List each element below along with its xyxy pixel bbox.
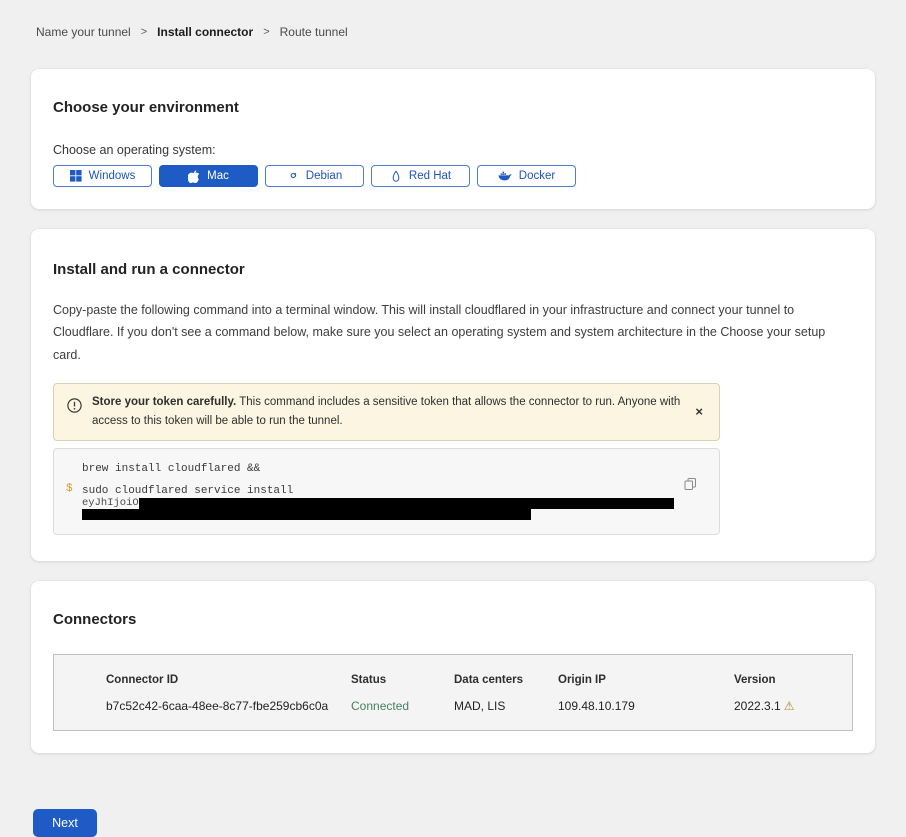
os-button-docker[interactable]: Docker [477,165,576,187]
token-line-1: eyJhIjoiO [82,498,679,509]
table-row: b7c52c42-6caa-48ee-8c77-fbe259cb6c0a Con… [106,699,842,713]
column-header-version: Version [734,674,842,699]
os-button-mac[interactable]: Mac [159,165,258,187]
connector-id-value: b7c52c42-6caa-48ee-8c77-fbe259cb6c0a [106,699,351,713]
warning-triangle-icon: ⚠ [784,699,795,713]
column-header-origin-ip: Origin IP [558,674,734,699]
windows-icon [70,170,82,182]
redaction-bar [139,498,674,509]
os-button-label: Red Hat [409,170,451,182]
shell-prompt: $ [66,483,73,495]
os-button-windows[interactable]: Windows [53,165,152,187]
token-line-2 [82,509,679,520]
copy-icon[interactable] [684,477,697,495]
install-command-block: $ brew install cloudflared && sudo cloud… [53,448,720,535]
connectors-card-title: Connectors [53,611,853,628]
os-select-label: Choose an operating system: [53,143,853,157]
token-warning-title: Store your token carefully. [92,396,236,408]
token-prefix: eyJhIjoiO [82,497,139,509]
os-button-redhat[interactable]: Red Hat [371,165,470,187]
os-button-label: Mac [207,170,229,182]
column-header-connector-id: Connector ID [106,674,351,699]
install-connector-card: Install and run a connector Copy-paste t… [31,229,875,561]
apple-icon [188,170,200,183]
os-button-debian[interactable]: Debian [265,165,364,187]
column-header-status: Status [351,674,454,699]
token-warning-banner: Store your token carefully. This command… [53,383,720,441]
close-icon[interactable]: × [691,405,707,418]
next-button[interactable]: Next [33,809,97,837]
breadcrumb-separator: > [263,26,269,38]
install-card-title: Install and run a connector [53,261,853,278]
command-line-2: sudo cloudflared service install [82,484,679,498]
breadcrumb-install-connector[interactable]: Install connector [157,25,253,39]
origin-ip-value: 109.48.10.179 [558,699,734,713]
breadcrumb-separator: > [141,26,147,38]
os-button-group: Windows Mac Debian R [53,165,853,187]
docker-icon [498,170,512,182]
os-button-label: Debian [306,170,342,182]
breadcrumb-name-your-tunnel[interactable]: Name your tunnel [36,25,131,39]
command-line-1: brew install cloudflared && [82,462,679,476]
column-header-data-centers: Data centers [454,674,558,699]
token-warning-text: Store your token carefully. This command… [92,393,681,431]
os-button-label: Windows [89,170,136,182]
connectors-table: Connector ID Status Data centers Origin … [53,654,853,731]
breadcrumb: Name your tunnel > Install connector > R… [0,0,906,39]
debian-icon [287,170,299,182]
connectors-table-header: Connector ID Status Data centers Origin … [106,674,842,699]
redaction-bar [82,509,531,520]
alert-circle-icon [67,398,82,418]
data-centers-value: MAD, LIS [454,699,558,713]
os-button-label: Docker [519,170,555,182]
version-number: 2022.3.1 [734,699,781,713]
choose-environment-card: Choose your environment Choose an operat… [31,69,875,209]
connectors-card: Connectors Connector ID Status Data cent… [31,581,875,753]
breadcrumb-route-tunnel[interactable]: Route tunnel [280,25,348,39]
redhat-icon [390,170,402,183]
environment-card-title: Choose your environment [53,99,853,116]
status-badge: Connected [351,699,454,713]
version-value: 2022.3.1⚠ [734,699,842,713]
install-description: Copy-paste the following command into a … [53,299,853,366]
